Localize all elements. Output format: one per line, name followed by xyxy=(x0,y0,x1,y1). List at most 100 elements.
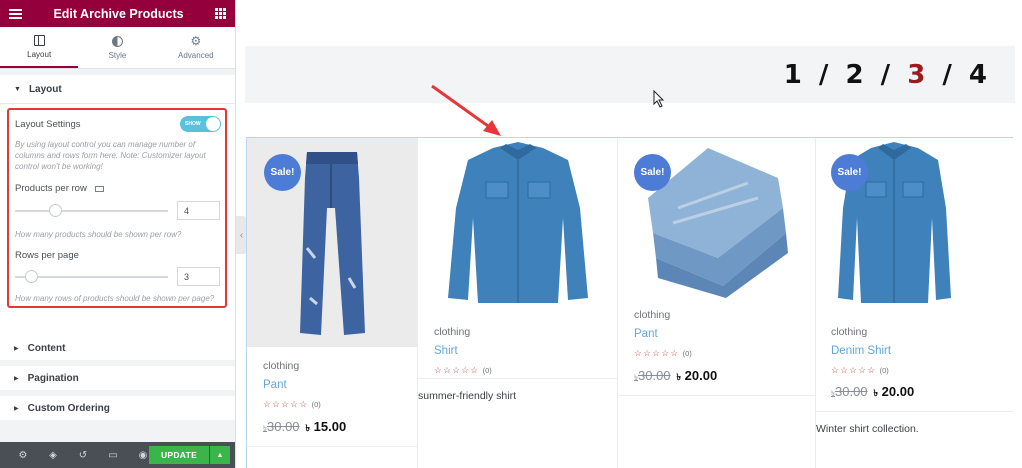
page-separator: / xyxy=(880,60,895,90)
slider-handle[interactable] xyxy=(25,270,38,283)
product-name[interactable]: Pant xyxy=(263,379,287,391)
toggle-label: SHOW xyxy=(185,121,201,127)
product-name[interactable]: Pant xyxy=(634,328,658,340)
card-divider xyxy=(418,378,617,379)
currency-symbol: ৳ xyxy=(305,423,311,433)
style-icon xyxy=(111,35,123,47)
product-price: ৳30.00 ৳ 15.00 xyxy=(263,419,346,436)
products-per-row-slider[interactable] xyxy=(15,204,168,217)
rows-per-page-slider[interactable] xyxy=(15,270,168,283)
rows-per-page-input[interactable]: 3 xyxy=(177,267,220,286)
caret-right-icon: ▶ xyxy=(14,405,19,412)
tab-style[interactable]: Style xyxy=(78,27,156,68)
products-per-row-help: How many products should be shown per ro… xyxy=(15,230,182,239)
tab-advanced[interactable]: ⚙ Advanced xyxy=(157,27,235,68)
section-layout-header[interactable]: ▼ Layout xyxy=(0,75,235,104)
card-divider xyxy=(618,395,815,396)
section-pagination-title: Pagination xyxy=(27,372,79,384)
widgets-grid-icon[interactable] xyxy=(215,8,226,19)
editor-panel: Edit Archive Products Layout Style ⚙ Adv… xyxy=(0,0,236,468)
rating-count: (0) xyxy=(482,366,492,375)
layers-icon[interactable]: ◈ xyxy=(38,450,68,461)
rating-count: (0) xyxy=(682,349,692,358)
rows-per-page-row: Rows per page xyxy=(15,250,221,261)
layout-section-body: Layout Settings SHOW By using layout con… xyxy=(0,104,235,336)
currency-symbol: ৳ xyxy=(873,388,879,398)
tab-layout-label: Layout xyxy=(27,49,52,59)
update-options-caret-icon[interactable]: ▲ xyxy=(210,446,230,464)
product-name[interactable]: Shirt xyxy=(434,345,458,357)
product-card[interactable]: Sale! clothing Denim Shirt ☆☆☆☆☆ (0) ৳30.… xyxy=(816,138,1014,468)
products-grid: Sale! clothing Pant ☆☆☆☆☆ (0) ৳30.00 ৳ 15.… xyxy=(246,137,1014,468)
product-price: ৳30.00 ৳ 20.00 xyxy=(634,368,717,385)
section-pagination-header[interactable]: ▶ Pagination xyxy=(0,366,235,396)
stars-icon: ☆☆☆☆☆ xyxy=(434,365,480,375)
desktop-icon[interactable] xyxy=(94,185,104,192)
product-card[interactable]: clothing Shirt ☆☆☆☆☆ (0) summer-friendly … xyxy=(418,138,618,468)
product-card[interactable]: Sale! clothing Pant ☆☆☆☆☆ (0) ৳30.00 ৳ 15.… xyxy=(247,138,418,468)
currency-symbol: ৳ xyxy=(676,372,682,382)
slider-handle[interactable] xyxy=(49,204,62,217)
layout-icon xyxy=(33,34,45,46)
old-price: ৳30.00 xyxy=(263,419,300,434)
sale-price: 15.00 xyxy=(313,419,347,434)
caret-right-icon: ▶ xyxy=(14,345,19,352)
products-per-row-row: Products per row xyxy=(15,183,221,194)
caret-right-icon: ▶ xyxy=(14,375,19,382)
responsive-icon[interactable]: ▭ xyxy=(98,450,128,461)
gear-icon: ⚙ xyxy=(190,33,202,48)
product-description: Winter shirt collection. xyxy=(816,423,919,435)
page-link-1[interactable]: 1 xyxy=(784,60,806,90)
section-layout-title: Layout xyxy=(28,83,62,95)
panel-tabs: Layout Style ⚙ Advanced xyxy=(0,27,235,69)
page-current: 3 xyxy=(907,60,930,90)
section-content-header[interactable]: ▶ Content xyxy=(0,336,235,366)
caret-down-icon: ▼ xyxy=(14,85,21,93)
product-image-shirt[interactable] xyxy=(418,138,617,347)
card-divider xyxy=(247,446,417,447)
section-custom-ordering-header[interactable]: ▶ Custom Ordering xyxy=(0,396,235,426)
product-name[interactable]: Denim Shirt xyxy=(831,345,891,357)
tab-style-label: Style xyxy=(108,50,127,60)
product-category[interactable]: clothing xyxy=(263,360,299,372)
layout-settings-row: Layout Settings SHOW xyxy=(15,116,221,132)
stars-icon: ☆☆☆☆☆ xyxy=(263,399,309,409)
page-link-2[interactable]: 2 xyxy=(845,60,867,90)
panel-footer: ⚙ ◈ ↺ ▭ ◉ UPDATE ▲ xyxy=(0,442,235,468)
products-per-row-input[interactable]: 4 xyxy=(177,201,220,220)
tab-advanced-label: Advanced xyxy=(178,50,214,60)
sale-price: 20.00 xyxy=(881,384,915,399)
section-custom-ordering-title: Custom Ordering xyxy=(27,402,110,414)
product-card[interactable]: Sale! clothing Pant ☆☆☆☆☆ (0) ৳30.00 ৳ 20.… xyxy=(618,138,816,468)
sale-badge: Sale! xyxy=(831,154,868,191)
update-button[interactable]: UPDATE xyxy=(149,446,209,464)
panel-header: Edit Archive Products xyxy=(0,0,235,27)
products-per-row-label: Products per row xyxy=(15,183,87,194)
rating-count: (0) xyxy=(311,400,321,409)
product-category[interactable]: clothing xyxy=(831,326,867,338)
stars-icon: ☆☆☆☆☆ xyxy=(831,365,877,375)
product-price: ৳30.00 ৳ 20.00 xyxy=(831,384,914,401)
page-link-4[interactable]: 4 xyxy=(969,60,991,90)
star-rating: ☆☆☆☆☆ (0) xyxy=(434,365,492,376)
page-separator: / xyxy=(818,60,833,90)
settings-icon[interactable]: ⚙ xyxy=(8,450,38,461)
rows-per-page-help: How many rows of products should be show… xyxy=(15,294,215,303)
product-category[interactable]: clothing xyxy=(434,326,470,338)
toggle-knob xyxy=(206,117,220,131)
preview-canvas: 1 / 2 / 3 / 4 Sale! clothing Pant ☆☆☆☆☆ … xyxy=(237,0,1022,468)
layout-settings-toggle[interactable]: SHOW xyxy=(180,116,221,132)
history-icon[interactable]: ↺ xyxy=(68,450,98,461)
card-divider xyxy=(816,411,1014,412)
product-description: summer-friendly shirt xyxy=(418,390,517,402)
layout-settings-label: Layout Settings xyxy=(15,118,81,130)
rows-per-page-label: Rows per page xyxy=(15,250,79,261)
menu-icon[interactable] xyxy=(9,8,22,19)
sale-badge: Sale! xyxy=(634,154,671,191)
sale-badge: Sale! xyxy=(264,154,301,191)
product-category[interactable]: clothing xyxy=(634,309,670,321)
tab-layout[interactable]: Layout xyxy=(0,27,79,68)
rating-count: (0) xyxy=(879,366,889,375)
old-price: ৳30.00 xyxy=(634,368,671,383)
sale-price: 20.00 xyxy=(684,368,718,383)
